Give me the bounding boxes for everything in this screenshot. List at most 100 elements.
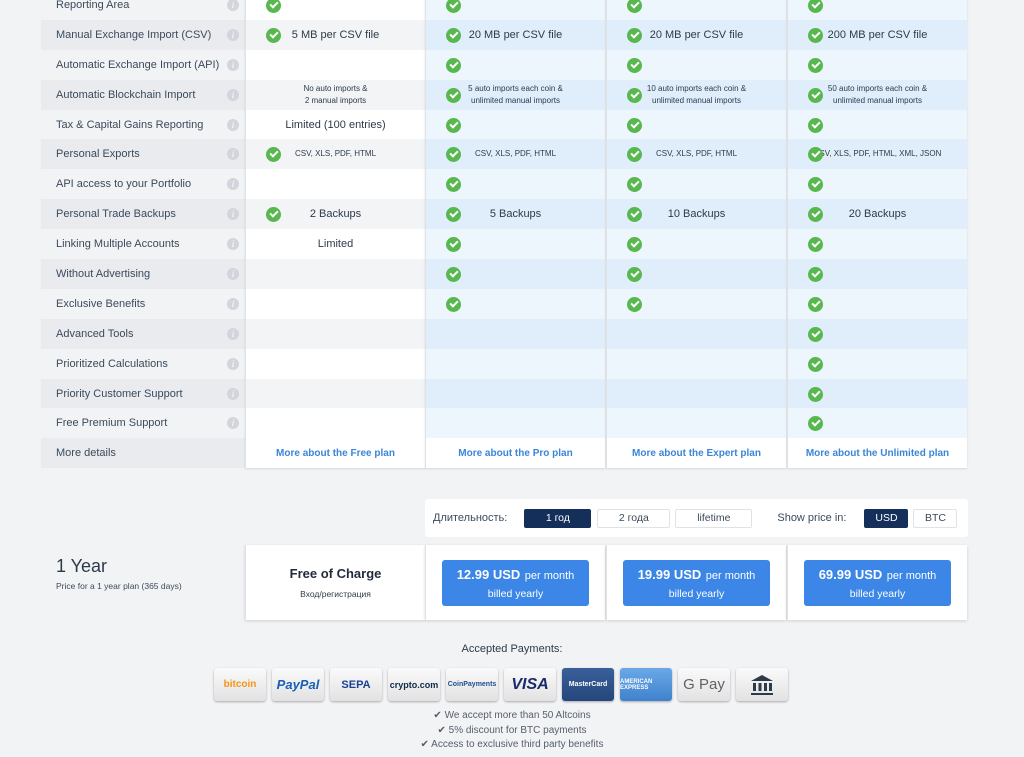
checkmark-icon	[446, 87, 461, 103]
checkmark-icon	[627, 87, 642, 103]
currency-option-usd[interactable]: USD	[864, 508, 909, 528]
plan-cell-text: 10 Backups	[667, 208, 726, 221]
plan-cell	[426, 109, 605, 140]
duration-option-2-years[interactable]: 2 года	[597, 508, 671, 528]
checkmark-icon	[266, 207, 281, 223]
plan-cell	[607, 49, 786, 80]
duration-option-1-year[interactable]: 1 год	[524, 508, 592, 528]
checkmark-icon	[446, 207, 461, 223]
signup-link[interactable]: Вход/регистрация	[300, 589, 371, 599]
plan-column-expert: 20 MB per CSV file 10 auto imports each c…	[606, 0, 786, 469]
info-icon[interactable]: i	[227, 58, 239, 71]
feature-label: Free Premium Support	[56, 417, 168, 430]
more-about-unlimited-link[interactable]: More about the Unlimited plan	[805, 447, 950, 459]
billing-note: billed yearly	[849, 587, 906, 600]
plan-column-free: 5 MB per CSV file No auto imports & 2 man…	[245, 0, 425, 469]
plan-cell	[246, 0, 425, 20]
buy-expert-button[interactable]: 19.99 USD per month billed yearly	[623, 559, 770, 606]
checkmark-icon	[808, 386, 823, 402]
feature-label: API access to your Portfolio	[56, 178, 192, 191]
feature-row-personal-exports: Personal Exports i	[41, 139, 245, 170]
billing-note: billed yearly	[487, 587, 544, 600]
note-btc-discount: ✔ 5% discount for BTC payments	[437, 724, 587, 736]
plan-cell	[607, 408, 786, 439]
plan-cell	[426, 229, 605, 260]
info-icon[interactable]: i	[227, 387, 239, 400]
duration-label: Длительность:	[433, 512, 508, 524]
plan-cell	[246, 318, 425, 349]
checkmark-icon	[808, 0, 823, 13]
info-icon[interactable]: i	[227, 118, 239, 131]
checkmark-icon	[627, 177, 642, 193]
info-icon[interactable]: i	[227, 238, 239, 251]
bitcoin-logo: bitcoin	[214, 668, 266, 701]
info-icon[interactable]: i	[227, 327, 239, 340]
payment-label: VISA	[511, 675, 549, 693]
plan-cell	[246, 288, 425, 319]
plan-cell	[426, 169, 605, 200]
plan-cell-text: CSV, XLS, PDF, HTML	[294, 149, 377, 159]
plan-cell	[788, 229, 967, 260]
plan-cell	[788, 169, 967, 200]
currency-option-btc[interactable]: BTC	[913, 508, 958, 528]
checkmark-icon	[808, 356, 823, 372]
feature-label: More details	[56, 447, 116, 460]
plan-cell-text: Limited (100 entries)	[285, 118, 386, 131]
currency-label: Show price in:	[777, 512, 847, 524]
checkmark-icon	[808, 87, 823, 103]
feature-row-tax-capital-gains-reporting: Tax & Capital Gains Reporting i	[41, 110, 245, 140]
checkmark-icon	[266, 27, 281, 43]
plan-cell	[607, 378, 786, 409]
info-icon[interactable]: i	[227, 28, 239, 41]
checkmark-icon	[446, 147, 461, 163]
checkmark-icon	[266, 147, 281, 163]
plan-column-pro: 20 MB per CSV file 5 auto imports each co…	[425, 0, 605, 469]
info-icon[interactable]: i	[227, 148, 239, 161]
plan-cell-text: Limited	[317, 238, 354, 251]
plan-cell: 2 Backups	[246, 199, 425, 230]
checkmark-icon	[808, 27, 823, 43]
plan-cell-text: 10 auto imports each coin & unlimited ma…	[646, 83, 747, 105]
plan-cell: 5 auto imports each coin & unlimited man…	[426, 79, 605, 110]
plan-cell-text: CSV, XLS, PDF, HTML, XML, JSON	[813, 149, 942, 159]
info-icon[interactable]: i	[227, 417, 239, 430]
feature-row-without-advertising: Without Advertising i	[41, 259, 245, 289]
feature-label: Exclusive Benefits	[56, 297, 146, 310]
checkmark-icon	[446, 177, 461, 193]
price-amount: 19.99 USD	[637, 566, 702, 582]
plan-cell	[426, 408, 605, 439]
info-icon[interactable]: i	[227, 208, 239, 221]
plan-cell	[788, 259, 967, 289]
price-period: per month	[886, 569, 937, 582]
checkmark-icon	[627, 0, 642, 13]
feature-row-linking-multiple-accounts: Linking Multiple Accounts i	[41, 229, 245, 259]
crypto-com-logo: crypto.com	[388, 668, 440, 701]
info-icon[interactable]: i	[227, 178, 239, 191]
info-icon[interactable]: i	[227, 88, 239, 101]
plan-cell	[788, 0, 967, 20]
plan-cell: 10 Backups	[607, 199, 786, 230]
info-icon[interactable]: i	[227, 357, 239, 370]
buy-unlimited-button[interactable]: 69.99 USD per month billed yearly	[804, 559, 951, 606]
duration-option-lifetime[interactable]: lifetime	[675, 508, 753, 528]
plan-cell: 20 Backups	[788, 199, 967, 230]
plan-cell	[607, 0, 786, 20]
more-about-expert-link[interactable]: More about the Expert plan	[632, 447, 761, 459]
info-icon[interactable]: i	[227, 297, 239, 310]
plan-cell	[607, 169, 786, 200]
more-about-pro-link[interactable]: More about the Pro plan	[458, 447, 573, 459]
checkmark-icon	[446, 27, 461, 43]
info-icon[interactable]: i	[227, 267, 239, 280]
payment-label: MasterCard	[568, 681, 608, 688]
checkmark-icon	[808, 416, 823, 432]
price-amount: 69.99 USD	[818, 566, 883, 582]
plan-cell	[246, 378, 425, 409]
plan-cell	[426, 259, 605, 289]
checkmark-icon	[808, 207, 823, 223]
buy-pro-button[interactable]: 12.99 USD per month billed yearly	[442, 559, 589, 606]
pricing-controls: Длительность: 1 год 2 года lifetime Show…	[425, 499, 968, 537]
plan-cell	[426, 378, 605, 409]
more-about-free-link[interactable]: More about the Free plan	[276, 447, 395, 459]
plan-cell	[426, 348, 605, 379]
info-icon[interactable]: i	[227, 0, 239, 11]
